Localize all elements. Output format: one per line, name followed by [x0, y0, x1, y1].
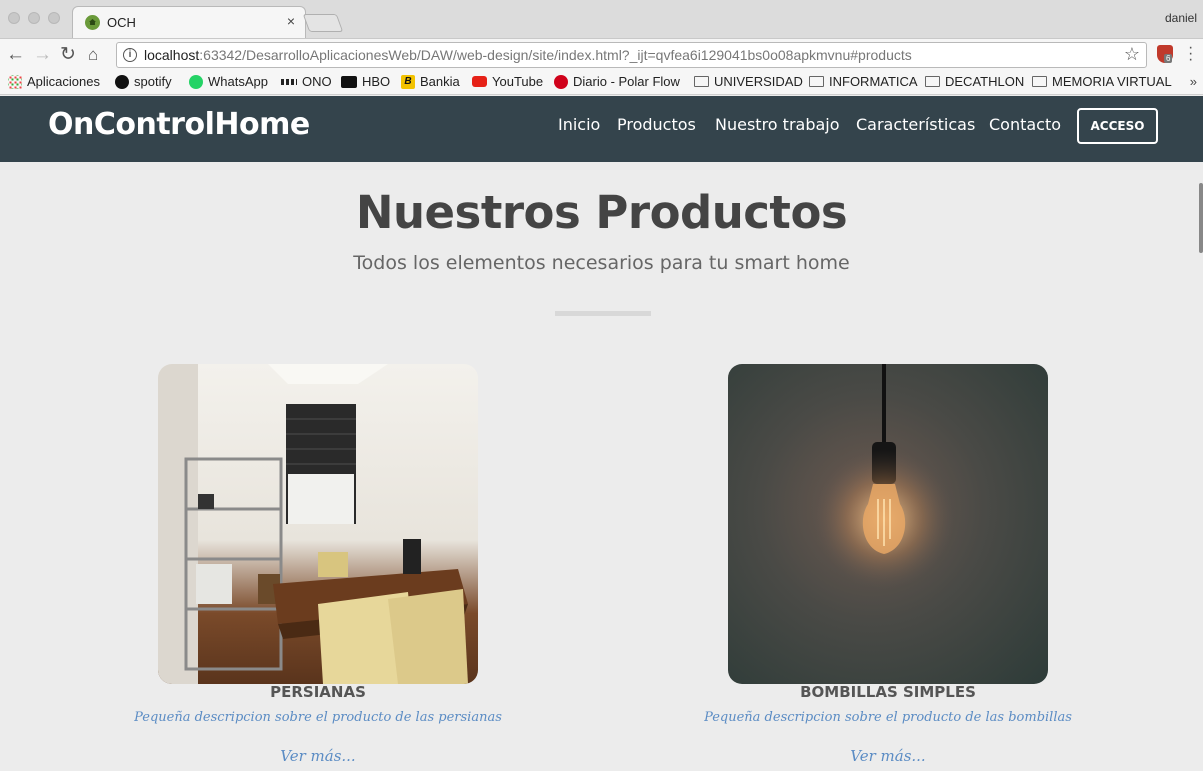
bookmark-folder-universidad[interactable]: UNIVERSIDAD: [694, 74, 803, 89]
spotify-icon: [115, 74, 129, 89]
site-header: OnControlHome Inicio Productos Nuestro t…: [0, 96, 1203, 162]
product-name-persianas: PERSIANAS: [270, 683, 366, 701]
polar-icon: [554, 74, 568, 89]
browser-toolbar: ← → ↻ ⌂ i localhost:63342/DesarrolloApli…: [0, 38, 1203, 71]
bookmark-star-icon[interactable]: ☆: [1124, 44, 1140, 65]
tab-close-icon[interactable]: ×: [287, 13, 295, 29]
product-more-link-bombillas[interactable]: Ver más...: [728, 747, 1048, 765]
home-favicon-icon: [85, 15, 100, 30]
bookmark-whatsapp[interactable]: WhatsApp: [189, 74, 268, 89]
folder-icon: [1032, 76, 1047, 87]
site-logo[interactable]: OnControlHome: [48, 107, 310, 142]
section-subtitle: Todos los elementos necesarios para tu s…: [353, 252, 850, 274]
nav-productos[interactable]: Productos: [617, 115, 696, 134]
folder-icon: [925, 76, 940, 87]
bookmark-ono[interactable]: ONO: [281, 74, 332, 89]
bookmark-youtube[interactable]: YouTube: [472, 74, 543, 89]
profile-name[interactable]: daniel: [1165, 11, 1197, 25]
product-desc-persianas: Pequeña descripcion sobre el producto de…: [134, 710, 502, 725]
nav-inicio[interactable]: Inicio: [558, 115, 600, 134]
maximize-window-button[interactable]: [48, 12, 60, 24]
bankia-icon: [401, 74, 415, 89]
bookmark-aplicaciones[interactable]: Aplicaciones: [8, 74, 100, 89]
nav-caracteristicas[interactable]: Características: [856, 115, 975, 134]
forward-arrow-icon[interactable]: →: [33, 44, 52, 66]
section-title: Nuestros Productos: [355, 186, 848, 239]
browser-menu-icon[interactable]: · · ·: [1188, 40, 1193, 68]
close-window-button[interactable]: [8, 12, 20, 24]
bookmark-folder-informatica[interactable]: INFORMATICA: [809, 74, 918, 89]
extension-badge: 6: [1164, 54, 1173, 63]
product-desc-bombillas: Pequeña descripcion sobre el producto de…: [704, 710, 1072, 725]
url-host: localhost: [144, 47, 200, 63]
login-button[interactable]: ACCESO: [1077, 108, 1158, 144]
bookmark-folder-decathlon[interactable]: DECATHLON: [925, 74, 1024, 89]
bookmark-polar-flow[interactable]: Diario - Polar Flow: [554, 74, 680, 89]
product-name-bombillas: BOMBILLAS SIMPLES: [800, 683, 976, 701]
home-icon[interactable]: ⌂: [88, 44, 98, 66]
nav-contacto[interactable]: Contacto: [989, 115, 1061, 134]
youtube-icon: [472, 76, 487, 87]
bulb-photo-illustration: [814, 364, 954, 589]
browser-tab-bar: OCH × daniel: [0, 0, 1203, 38]
back-arrow-icon[interactable]: ←: [6, 44, 25, 66]
reload-icon[interactable]: ↻: [60, 44, 76, 66]
browser-tab[interactable]: OCH ×: [72, 6, 306, 38]
product-more-link-persianas[interactable]: Ver más...: [158, 747, 478, 765]
bookmarks-bar: Aplicaciones spotify WhatsApp ONO HBO Ba…: [0, 71, 1203, 95]
bookmark-spotify[interactable]: spotify: [115, 74, 172, 89]
bookmark-folder-memoria-virtual[interactable]: MEMORIA VIRTUAL: [1032, 74, 1172, 89]
apps-grid-icon: [8, 74, 22, 89]
product-image-persianas[interactable]: [158, 364, 478, 684]
folder-icon: [809, 76, 824, 87]
url-path: :63342/DesarrolloAplicacionesWeb/DAW/web…: [199, 47, 912, 63]
folder-icon: [694, 76, 709, 87]
nav-nuestro-trabajo[interactable]: Nuestro trabajo: [715, 115, 840, 134]
hbo-icon: [341, 75, 357, 88]
page-scrollbar[interactable]: [1199, 183, 1203, 253]
address-bar[interactable]: i localhost:63342/DesarrolloAplicaciones…: [116, 42, 1147, 68]
section-divider: [555, 311, 651, 316]
site-info-icon[interactable]: i: [123, 48, 137, 62]
url-text: localhost:63342/DesarrolloAplicacionesWe…: [144, 47, 912, 63]
office-photo-illustration: [158, 364, 468, 684]
tab-title: OCH: [107, 15, 136, 30]
whatsapp-icon: [189, 74, 203, 89]
new-tab-button[interactable]: [302, 14, 344, 32]
product-image-bombillas[interactable]: [728, 364, 1048, 684]
ono-icon: [281, 78, 297, 85]
minimize-window-button[interactable]: [28, 12, 40, 24]
bookmark-bankia[interactable]: Bankia: [401, 74, 460, 89]
bookmark-hbo[interactable]: HBO: [341, 74, 390, 89]
more-bookmarks-icon[interactable]: »: [1190, 74, 1197, 89]
